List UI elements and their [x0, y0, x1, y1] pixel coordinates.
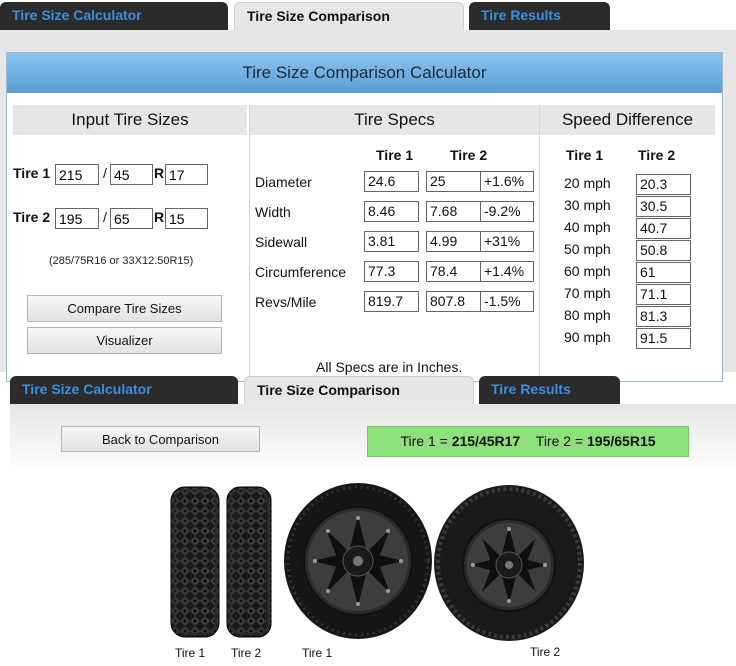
tire2-label: Tire 2 — [13, 209, 51, 225]
spec-tire2-value: 25 — [426, 171, 481, 192]
top-tab-bar: Tire Size Calculator Tire Size Compariso… — [0, 0, 736, 30]
slash: / — [103, 165, 107, 181]
tab-label: Tire Results — [491, 381, 571, 397]
speed-tire2-value: 91.5 — [636, 328, 691, 349]
tab-label: Tire Results — [481, 7, 561, 23]
tire-specs-section: Tire Specs Tire 1 Tire 2 Diameter 24.6 25 +… — [249, 105, 539, 391]
tire1-ratio-input[interactable] — [110, 164, 153, 185]
spec-tire2-value: 7.68 — [426, 201, 481, 222]
speed-tire1-value: 50 mph — [564, 241, 611, 257]
spec-difference-value: +1.4% — [480, 261, 534, 282]
tab-label: Tire Size Comparison — [257, 382, 400, 398]
spec-label: Diameter — [255, 174, 312, 190]
back-to-comparison-button[interactable]: Back to Comparison — [61, 426, 260, 452]
tire-size-banner: Tire 1 = 215/45R17 Tire 2 = 195/65R15 — [367, 426, 689, 457]
banner-t1-label: Tire 1 = — [400, 433, 452, 449]
speed-tire1-value: 60 mph — [564, 263, 611, 279]
calculator-panel: Tire Size Comparison Calculator Input Ti… — [6, 52, 723, 391]
r-label: R — [154, 209, 165, 225]
speed-tire1-value: 90 mph — [564, 329, 611, 345]
speed-tire2-value: 30.5 — [636, 196, 691, 217]
spec-tire1-value: 819.7 — [364, 291, 419, 312]
spec-label: Sidewall — [255, 234, 308, 250]
spec-label: Revs/Mile — [255, 294, 317, 310]
spec-difference-value: +31% — [480, 231, 534, 252]
spec-difference-value: +1.6% — [480, 171, 534, 192]
calculator-title: Tire Size Comparison Calculator — [7, 53, 722, 93]
tab-tire-size-calculator[interactable]: Tire Size Calculator — [10, 376, 238, 404]
spec-tire2-value: 807.8 — [426, 291, 481, 312]
tab-tire-size-comparison[interactable]: Tire Size Comparison — [244, 376, 474, 404]
tire1-label: Tire 1 — [13, 165, 51, 181]
tab-label: Tire Size Calculator — [12, 7, 142, 23]
tire2-wheel-image — [434, 485, 584, 641]
calculator-frame: Tire Size Comparison Calculator Input Ti… — [0, 30, 736, 391]
r-label: R — [154, 165, 165, 181]
caption-wheel-tire2: Tire 2 — [530, 645, 561, 659]
tire2-rim-input[interactable] — [165, 208, 208, 229]
banner-t2-size: 195/65R15 — [587, 433, 656, 449]
size-format-hint: (285/75R16 or 33X12.50R15) — [49, 255, 194, 267]
spec-tire1-value: 8.46 — [364, 201, 419, 222]
speed-section-heading: Speed Difference — [540, 105, 715, 135]
speed-tire1-value: 80 mph — [564, 307, 611, 323]
caption-wheel-tire1: Tire 1 — [302, 646, 333, 660]
slash: / — [103, 209, 107, 225]
speed-tire2-value: 20.3 — [636, 174, 691, 195]
tire2-tread-image — [226, 486, 272, 638]
spec-tire1-value: 24.6 — [364, 171, 419, 192]
compare-tire-sizes-button[interactable]: Compare Tire Sizes — [27, 295, 222, 322]
speed-tire1-value: 20 mph — [564, 175, 611, 191]
spec-tire1-value: 3.81 — [364, 231, 419, 252]
visualizer-button[interactable]: Visualizer — [27, 327, 222, 354]
tab-tire-results[interactable]: Tire Results — [479, 376, 620, 404]
speed-tire2-value: 61 — [636, 262, 691, 283]
tire2-ratio-input[interactable] — [110, 208, 153, 229]
tab-tire-size-comparison[interactable]: Tire Size Comparison — [234, 2, 464, 30]
speed-tire1-value: 70 mph — [564, 285, 611, 301]
bottom-tab-bar: Tire Size Calculator Tire Size Compariso… — [0, 374, 736, 404]
speed-col-tire1: Tire 1 — [566, 147, 604, 163]
specs-col-tire2: Tire 2 — [450, 147, 488, 163]
tab-tire-results[interactable]: Tire Results — [469, 2, 610, 30]
speed-tire2-value: 40.7 — [636, 218, 691, 239]
spec-tire2-value: 4.99 — [426, 231, 481, 252]
banner-t1-size: 215/45R17 — [451, 433, 521, 449]
speed-difference-section: Speed Difference Tire 1 Tire 2 20 mph 20.… — [539, 105, 715, 391]
speed-tire1-value: 40 mph — [564, 219, 611, 235]
tire2-width-input[interactable] — [55, 208, 99, 229]
tab-label: Tire Size Calculator — [22, 381, 152, 397]
tire1-wheel-image — [284, 483, 432, 639]
tire1-tread-image — [170, 486, 220, 638]
spec-difference-value: -9.2% — [480, 201, 534, 222]
speed-tire1-value: 30 mph — [564, 197, 611, 213]
speed-tire2-value: 81.3 — [636, 306, 691, 327]
banner-t2-label: Tire 2 = — [535, 433, 588, 449]
spec-label: Width — [255, 204, 291, 220]
input-section-heading: Input Tire Sizes — [13, 105, 247, 135]
specs-col-tire1: Tire 1 — [376, 147, 414, 163]
specs-section-heading: Tire Specs — [250, 105, 539, 135]
speed-col-tire2: Tire 2 — [638, 147, 676, 163]
tire1-rim-input[interactable] — [165, 164, 208, 185]
caption-tread-tire1: Tire 1 — [175, 646, 206, 660]
visualizer-frame: Back to Comparison Tire 1 = 215/45R17 Ti… — [10, 404, 736, 666]
input-tire-sizes-section: Input Tire Sizes Tire 1 / R Tire 2 / R (… — [13, 105, 247, 391]
spec-tire1-value: 77.3 — [364, 261, 419, 282]
speed-tire2-value: 71.1 — [636, 284, 691, 305]
tab-tire-size-calculator[interactable]: Tire Size Calculator — [0, 2, 228, 30]
tire1-width-input[interactable] — [55, 164, 99, 185]
speed-tire2-value: 50.8 — [636, 240, 691, 261]
spec-tire2-value: 78.4 — [426, 261, 481, 282]
tab-label: Tire Size Comparison — [247, 8, 390, 24]
caption-tread-tire2: Tire 2 — [231, 646, 262, 660]
specs-footnote: All Specs are in Inches. — [316, 359, 463, 375]
spec-label: Circumference — [255, 264, 347, 280]
spec-difference-value: -1.5% — [480, 291, 534, 312]
